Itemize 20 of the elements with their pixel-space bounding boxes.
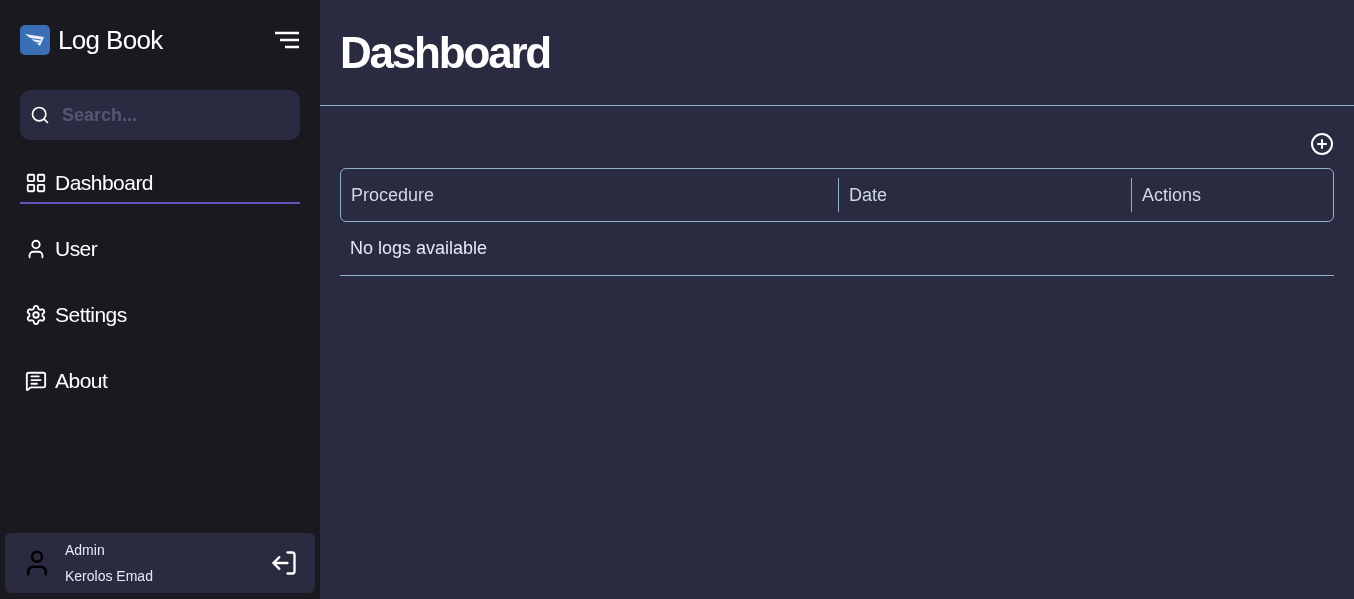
nav-item[interactable]: User (20, 230, 300, 270)
empty-message: No logs available (350, 237, 488, 260)
app-name: Log Book (58, 23, 163, 57)
column-header: Date (849, 183, 888, 207)
logout-icon[interactable] (270, 549, 298, 577)
settings-icon (25, 304, 47, 326)
page-title: Dashboard (340, 26, 551, 79)
column-header: Procedure (351, 183, 435, 207)
note-icon (25, 370, 47, 392)
nav-item[interactable]: About (20, 362, 300, 402)
menu-icon[interactable] (274, 31, 300, 49)
user-role: Admin (65, 541, 106, 560)
nav-item[interactable]: Settings (20, 296, 300, 336)
user-name: Kerolos Emad (65, 567, 153, 586)
logo-icon (20, 25, 50, 55)
nav-item[interactable]: Dashboard (20, 164, 300, 204)
column-header: Actions (1142, 183, 1202, 207)
add-icon[interactable] (1310, 132, 1334, 156)
search-icon (30, 105, 50, 125)
grid-icon (25, 172, 47, 194)
